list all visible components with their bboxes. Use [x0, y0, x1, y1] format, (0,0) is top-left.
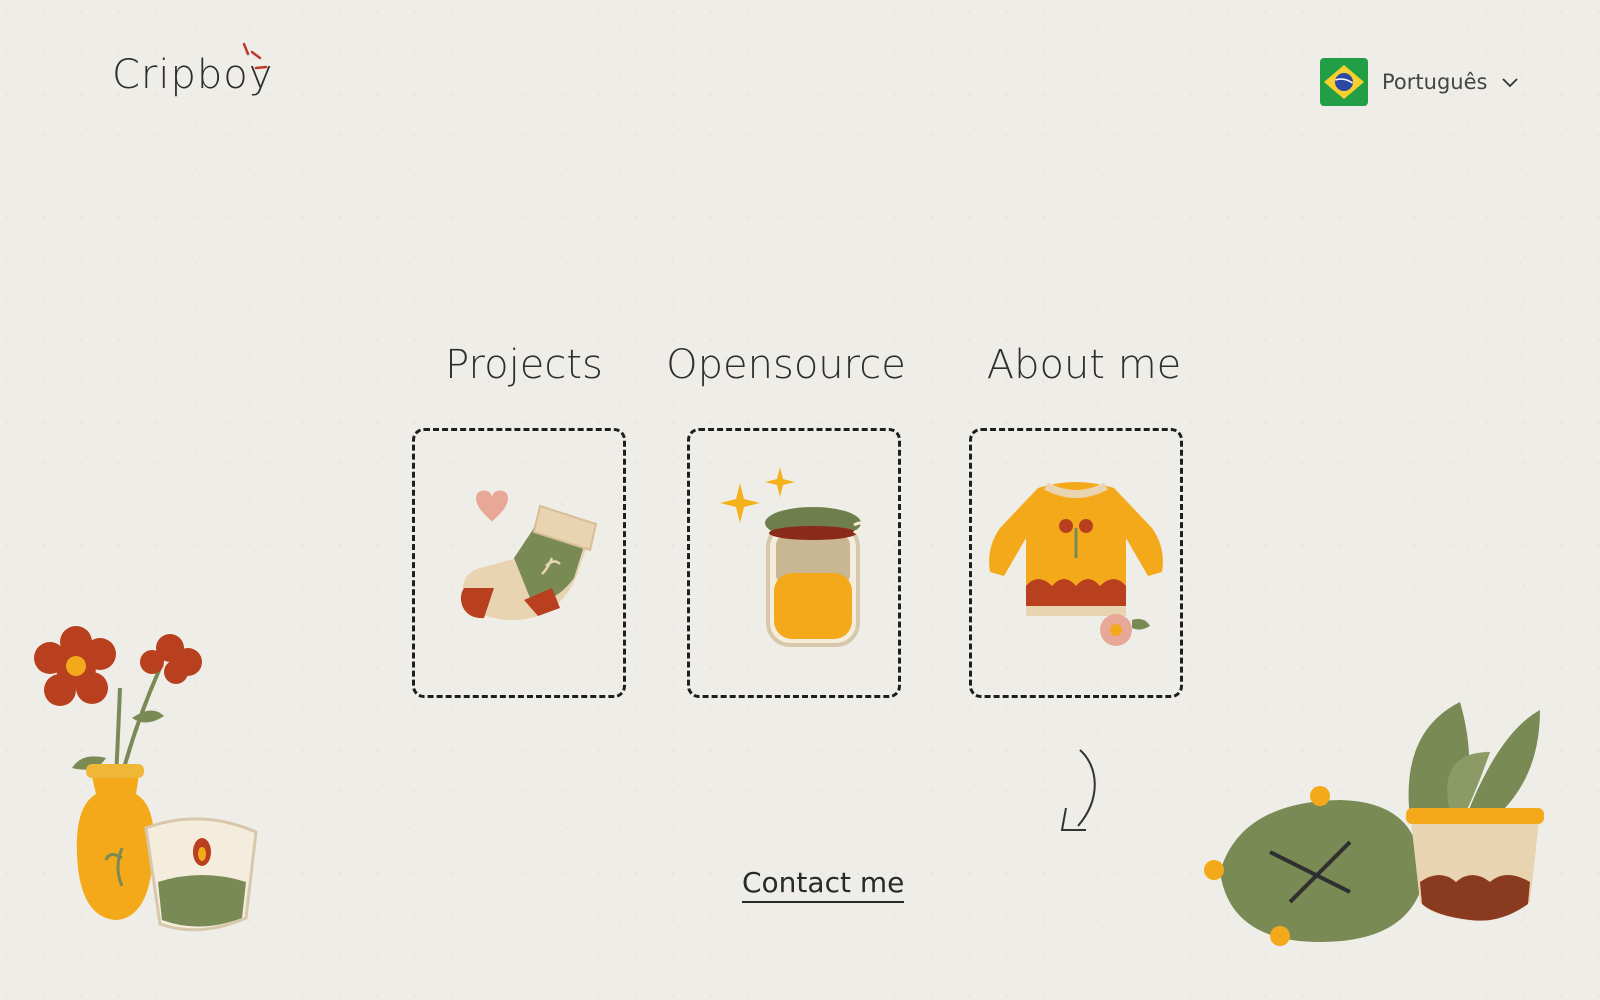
- opensource-card[interactable]: [687, 428, 901, 698]
- sparkle-icon: [242, 42, 268, 70]
- nav-title-opensource[interactable]: Opensource: [646, 342, 926, 388]
- jar-icon: [720, 467, 866, 647]
- sweater-icon: [989, 482, 1163, 646]
- brazil-flag-icon: [1320, 58, 1368, 106]
- nav-title-projects[interactable]: Projects: [384, 342, 664, 388]
- chevron-down-icon: [1502, 78, 1519, 88]
- sock-icon: [460, 490, 598, 621]
- language-label: Português: [1382, 70, 1488, 94]
- plant-pillow-illustration: [1204, 702, 1544, 946]
- contact-link[interactable]: Contact me: [742, 866, 905, 903]
- curved-arrow-icon: [1060, 749, 1096, 831]
- flower-vase-candle-illustration: [34, 626, 258, 932]
- about-card[interactable]: [969, 428, 1183, 698]
- language-selector[interactable]: Português: [1320, 58, 1519, 106]
- projects-card[interactable]: [412, 428, 626, 698]
- nav-title-about[interactable]: About me: [944, 342, 1224, 388]
